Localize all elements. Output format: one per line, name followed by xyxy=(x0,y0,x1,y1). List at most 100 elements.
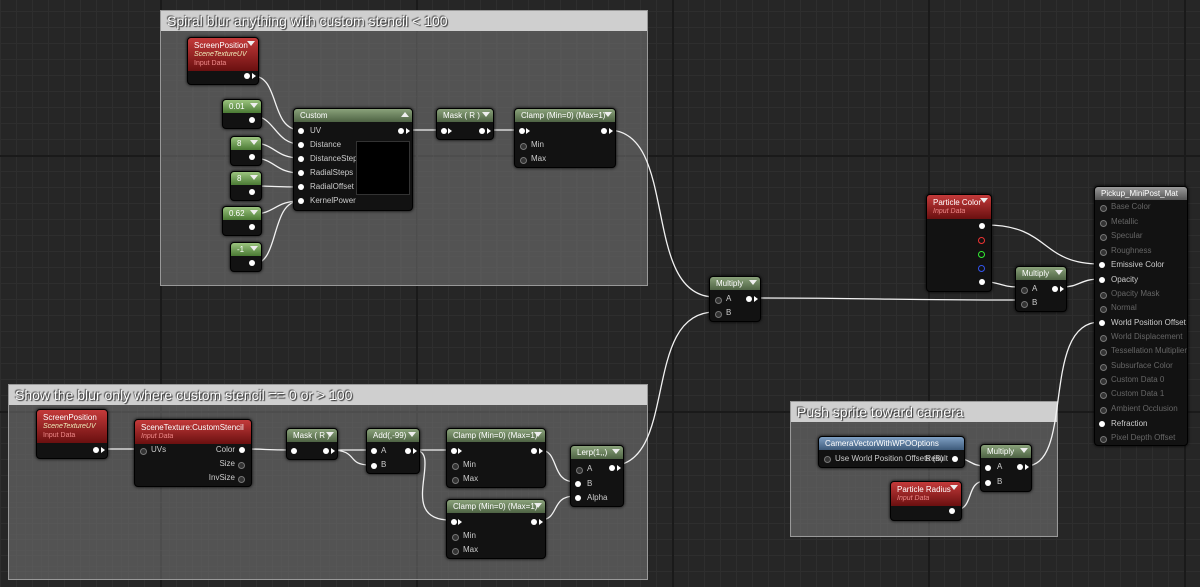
input-pin[interactable] xyxy=(371,463,377,469)
camera-vector-node[interactable]: CameraVectorWithWPOOptions Use World Pos… xyxy=(818,436,965,468)
constant-node[interactable]: 0.01 xyxy=(222,99,262,129)
particle-color-node[interactable]: Particle Color Input Data xyxy=(926,194,992,292)
multiply-node[interactable]: Multiply A B xyxy=(709,276,761,322)
clamp-node[interactable]: Clamp (Min=0) (Max=1) Min Max xyxy=(514,108,616,168)
input-pin[interactable] xyxy=(1099,277,1105,283)
constant-node[interactable]: 0.62 xyxy=(222,206,262,236)
chevron-up-icon[interactable] xyxy=(401,112,409,117)
chevron-down-icon[interactable] xyxy=(749,280,757,285)
input-pin[interactable] xyxy=(1100,392,1107,399)
material-output-node[interactable]: Pickup_MiniPost_Mat Base Color Metallic … xyxy=(1094,186,1188,446)
input-pin[interactable] xyxy=(452,548,459,555)
constant-node[interactable]: 8 xyxy=(230,136,262,166)
chevron-down-icon[interactable] xyxy=(1055,270,1063,275)
output-pin[interactable] xyxy=(239,447,245,453)
input-pin[interactable] xyxy=(298,156,304,162)
input-pin[interactable] xyxy=(575,495,581,501)
output-pin[interactable] xyxy=(609,465,615,471)
input-pin[interactable] xyxy=(1100,234,1107,241)
particle-radius-node[interactable]: Particle Radius Input Data xyxy=(890,481,962,521)
input-pin[interactable] xyxy=(1099,421,1105,427)
output-pin[interactable] xyxy=(746,296,752,302)
chevron-down-icon[interactable] xyxy=(247,41,255,46)
input-pin[interactable] xyxy=(291,448,297,454)
multiply-node[interactable]: Multiply A B xyxy=(1015,266,1067,312)
chevron-down-icon[interactable] xyxy=(534,432,542,437)
input-pin[interactable] xyxy=(1100,436,1107,443)
input-pin[interactable] xyxy=(1100,364,1107,371)
input-pin[interactable] xyxy=(298,184,304,190)
input-pin[interactable] xyxy=(371,448,377,454)
output-pin[interactable] xyxy=(93,447,99,453)
output-pin[interactable] xyxy=(1052,286,1058,292)
output-pin-blue[interactable] xyxy=(978,265,985,272)
input-pin[interactable] xyxy=(441,128,447,134)
input-pin[interactable] xyxy=(452,534,459,541)
output-pin[interactable] xyxy=(479,128,485,134)
input-pin[interactable] xyxy=(451,448,457,454)
output-pin[interactable] xyxy=(249,117,255,123)
output-pin[interactable] xyxy=(601,128,607,134)
input-pin[interactable] xyxy=(1100,292,1107,299)
output-pin[interactable] xyxy=(238,476,245,483)
chevron-down-icon[interactable] xyxy=(604,112,612,117)
mask-node[interactable]: Mask ( R ) xyxy=(286,428,338,460)
output-pin-alpha[interactable] xyxy=(979,279,985,285)
output-pin[interactable] xyxy=(323,448,329,454)
input-pin[interactable] xyxy=(451,519,457,525)
screen-position-node[interactable]: ScreenPosition SceneTextureUV Input Data xyxy=(36,409,108,459)
input-pin[interactable] xyxy=(715,297,722,304)
input-pin[interactable] xyxy=(520,157,527,164)
output-pin[interactable] xyxy=(398,128,404,134)
input-pin[interactable] xyxy=(1100,220,1107,227)
input-pin[interactable] xyxy=(1100,249,1107,256)
input-pin[interactable] xyxy=(1100,335,1107,342)
output-pin[interactable] xyxy=(249,154,255,160)
output-pin[interactable] xyxy=(531,448,537,454)
constant-node[interactable]: -1 xyxy=(230,242,262,272)
input-pin[interactable] xyxy=(1100,205,1107,212)
chevron-down-icon[interactable] xyxy=(950,485,958,490)
input-pin[interactable] xyxy=(298,128,304,134)
output-pin-green[interactable] xyxy=(978,251,985,258)
input-pin[interactable] xyxy=(985,480,991,486)
input-pin[interactable] xyxy=(1100,407,1107,414)
chevron-down-icon[interactable] xyxy=(250,140,258,145)
input-pin[interactable] xyxy=(452,463,459,470)
input-pin[interactable] xyxy=(1099,320,1105,326)
screen-position-node[interactable]: ScreenPosition SceneTextureUV Input Data xyxy=(187,37,259,85)
clamp-node[interactable]: Clamp (Min=0) (Max=1) Min Max xyxy=(446,428,546,488)
output-pin[interactable] xyxy=(531,519,537,525)
output-pin[interactable] xyxy=(249,224,255,230)
input-pin[interactable] xyxy=(985,465,991,471)
chevron-down-icon[interactable] xyxy=(250,103,258,108)
output-pin[interactable] xyxy=(249,260,255,266)
input-pin[interactable] xyxy=(1100,378,1107,385)
clamp-node[interactable]: Clamp (Min=0) (Max=1) Min Max xyxy=(446,499,546,559)
input-pin[interactable] xyxy=(520,143,527,150)
input-pin[interactable] xyxy=(1021,301,1028,308)
output-pin[interactable] xyxy=(979,223,985,229)
lerp-node[interactable]: Lerp(1,,) A B Alpha xyxy=(570,445,624,507)
output-pin[interactable] xyxy=(249,189,255,195)
chevron-down-icon[interactable] xyxy=(326,432,334,437)
chevron-down-icon[interactable] xyxy=(1020,448,1028,453)
input-pin[interactable] xyxy=(140,448,147,455)
output-pin[interactable] xyxy=(952,456,958,462)
chevron-down-icon[interactable] xyxy=(534,503,542,508)
chevron-down-icon[interactable] xyxy=(250,175,258,180)
output-pin[interactable] xyxy=(238,462,245,469)
scene-texture-node[interactable]: SceneTexture:CustomStencil Input Data UV… xyxy=(134,419,252,487)
output-pin[interactable] xyxy=(949,508,955,514)
output-pin[interactable] xyxy=(405,448,411,454)
chevron-down-icon[interactable] xyxy=(250,210,258,215)
input-pin[interactable] xyxy=(1100,349,1107,356)
input-pin[interactable] xyxy=(576,467,583,474)
input-pin[interactable] xyxy=(1021,287,1028,294)
output-pin[interactable] xyxy=(1017,464,1023,470)
input-pin[interactable] xyxy=(298,170,304,176)
constant-node[interactable]: 8 xyxy=(230,171,262,201)
input-pin[interactable] xyxy=(575,481,581,487)
output-pin[interactable] xyxy=(244,73,250,79)
input-pin[interactable] xyxy=(824,456,831,463)
